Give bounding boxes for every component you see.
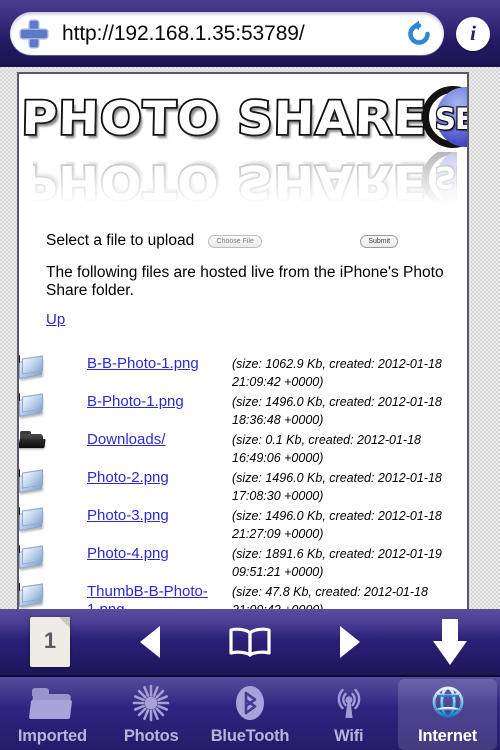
file-name-cell: Downloads/ (87, 431, 232, 469)
tab-imported-label: Imported (17, 727, 87, 745)
file-icon-cell: PNG (19, 583, 87, 609)
web-page-content: PHOTO SHARE SEB PHOTO SHARE SEB (17, 72, 469, 609)
bookmarks-button[interactable] (200, 608, 300, 676)
sunburst-icon (129, 684, 173, 724)
file-list-body: PNGB-B-Photo-1.png(size: 1062.9 Kb, crea… (19, 355, 467, 609)
file-name-cell: Photo-4.png (87, 545, 232, 583)
bottom-tab-bar: Imported Photos BlueTooth Wifi Internet (0, 677, 500, 750)
seb-logo: SEB (416, 84, 467, 152)
download-arrow-icon[interactable] (433, 619, 467, 665)
file-icon-cell: PNG (19, 355, 87, 393)
seb-logo-text: SEB (434, 101, 467, 138)
forward-arrow-icon[interactable] (340, 626, 360, 658)
file-row: Downloads/ (size: 0.1 Kb, created: 2012-0… (19, 431, 467, 469)
file-link[interactable]: Photo-4.png (87, 545, 169, 562)
file-link[interactable]: B-B-Photo-1.png (87, 355, 199, 372)
back-arrow-icon[interactable] (140, 626, 160, 658)
file-name-cell: B-B-Photo-1.png (87, 355, 232, 393)
file-meta-cell: (size: 0.1 Kb, created: 2012-01-18 16:49… (232, 431, 467, 469)
pages-button[interactable]: 1 (0, 608, 100, 676)
webview[interactable]: PHOTO SHARE SEB PHOTO SHARE SEB (0, 67, 500, 609)
tab-wifi-label: Wifi (334, 727, 364, 745)
file-meta: (size: 1062.9 Kb, created: 2012-01-18 21… (232, 357, 442, 389)
tab-photos[interactable]: Photos (102, 679, 201, 750)
file-row: PNGB-B-Photo-1.png (size: 1062.9 Kb, crea… (19, 355, 467, 393)
file-meta-cell: (size: 1496.0 Kb, created: 2012-01-18 21… (232, 507, 467, 545)
file-meta-cell: (size: 1891.6 Kb, created: 2012-01-19 09… (232, 545, 467, 583)
file-meta-cell: (size: 47.8 Kb, created: 2012-01-18 21:0… (232, 583, 467, 609)
file-name-cell: Photo-3.png (87, 507, 232, 545)
file-icon-cell: PNG (19, 545, 87, 583)
browser-url-bar: http://192.168.1.35:53789/ i (0, 0, 500, 67)
up-link[interactable]: Up (46, 311, 65, 328)
site-logo-text: PHOTO SHARE (19, 89, 429, 147)
info-icon[interactable]: i (456, 16, 490, 51)
file-meta: (size: 47.8 Kb, created: 2012-01-18 21:0… (232, 585, 428, 609)
iphone-browser-app: http://192.168.1.35:53789/ i PHOTO SHARE… (0, 0, 500, 750)
tab-wifi[interactable]: Wifi (299, 679, 398, 750)
file-link[interactable]: Downloads/ (87, 431, 165, 448)
tab-bluetooth-label: BlueTooth (210, 727, 290, 745)
file-row: PNGPhoto-2.png (size: 1496.0 Kb, created:… (19, 469, 467, 507)
file-name-cell: Photo-2.png (87, 469, 232, 507)
folder-icon (29, 684, 74, 724)
download-button[interactable] (400, 608, 500, 676)
file-row: PNGB-Photo-1.png (size: 1496.0 Kb, create… (19, 393, 467, 431)
tab-bluetooth[interactable]: BlueTooth (201, 679, 300, 750)
file-meta: (size: 1891.6 Kb, created: 2012-01-19 09… (232, 547, 442, 579)
forward-button[interactable] (300, 608, 400, 676)
reload-icon[interactable] (404, 19, 434, 49)
url-input-field[interactable]: http://192.168.1.35:53789/ (10, 12, 444, 55)
page-count-icon[interactable]: 1 (30, 617, 70, 667)
file-link[interactable]: ThumbB-B-Photo-1.png (87, 583, 208, 609)
file-row: PNGThumbB-B-Photo-1.png (size: 47.8 Kb, c… (19, 583, 467, 609)
file-row: PNGPhoto-3.png (size: 1496.0 Kb, created:… (19, 507, 467, 545)
site-banner: PHOTO SHARE SEB PHOTO SHARE SEB (19, 74, 467, 222)
submit-button[interactable]: Submit (360, 234, 399, 248)
file-name-cell: B-Photo-1.png (87, 393, 232, 431)
file-row: PNGPhoto-4.png (size: 1891.6 Kb, created:… (19, 545, 467, 583)
file-link[interactable]: Photo-2.png (87, 469, 169, 486)
file-list-table: PNGB-B-Photo-1.png(size: 1062.9 Kb, crea… (19, 355, 467, 609)
upload-label: Select a file to upload (46, 232, 195, 249)
file-icon-cell: PNG (19, 393, 87, 431)
add-bookmark-plus-icon[interactable] (20, 20, 48, 48)
upload-form: Select a file to upload Choose File Subm… (19, 222, 467, 254)
url-text[interactable]: http://192.168.1.35:53789/ (48, 22, 404, 46)
file-meta-cell: (size: 1496.0 Kb, created: 2012-01-18 17… (232, 469, 467, 507)
bluetooth-icon (228, 684, 272, 724)
file-meta: (size: 1496.0 Kb, created: 2012-01-18 18… (232, 395, 442, 427)
file-meta: (size: 1496.0 Kb, created: 2012-01-18 21… (232, 509, 442, 541)
logo-reflection: PHOTO SHARE SEB (33, 152, 457, 214)
up-link-row: Up (19, 300, 467, 329)
file-icon-cell (19, 431, 87, 469)
file-link[interactable]: Photo-3.png (87, 507, 169, 524)
file-icon-cell: PNG (19, 469, 87, 507)
tab-internet-label: Internet (418, 727, 478, 745)
hosted-description: The following files are hosted live from… (46, 264, 444, 299)
back-button[interactable] (100, 608, 200, 676)
file-link[interactable]: B-Photo-1.png (87, 393, 184, 410)
file-meta: (size: 1496.0 Kb, created: 2012-01-18 17… (232, 471, 442, 503)
choose-file-button[interactable]: Choose File (208, 234, 263, 248)
browser-toolbar: 1 (0, 609, 500, 677)
file-meta-cell: (size: 1496.0 Kb, created: 2012-01-18 18… (232, 393, 467, 431)
pages-count-label: 1 (43, 628, 57, 653)
globe-icon (426, 684, 470, 724)
tab-photos-label: Photos (123, 727, 179, 745)
wifi-icon (327, 684, 371, 724)
tab-internet[interactable]: Internet (398, 679, 497, 750)
file-icon-cell: PNG (19, 507, 87, 545)
file-meta: (size: 0.1 Kb, created: 2012-01-18 16:49… (232, 433, 422, 465)
book-icon[interactable] (228, 627, 272, 657)
tab-imported[interactable]: Imported (3, 679, 102, 750)
file-name-cell: ThumbB-B-Photo-1.png (87, 583, 232, 609)
file-meta-cell: (size: 1062.9 Kb, created: 2012-01-18 21… (232, 355, 467, 393)
